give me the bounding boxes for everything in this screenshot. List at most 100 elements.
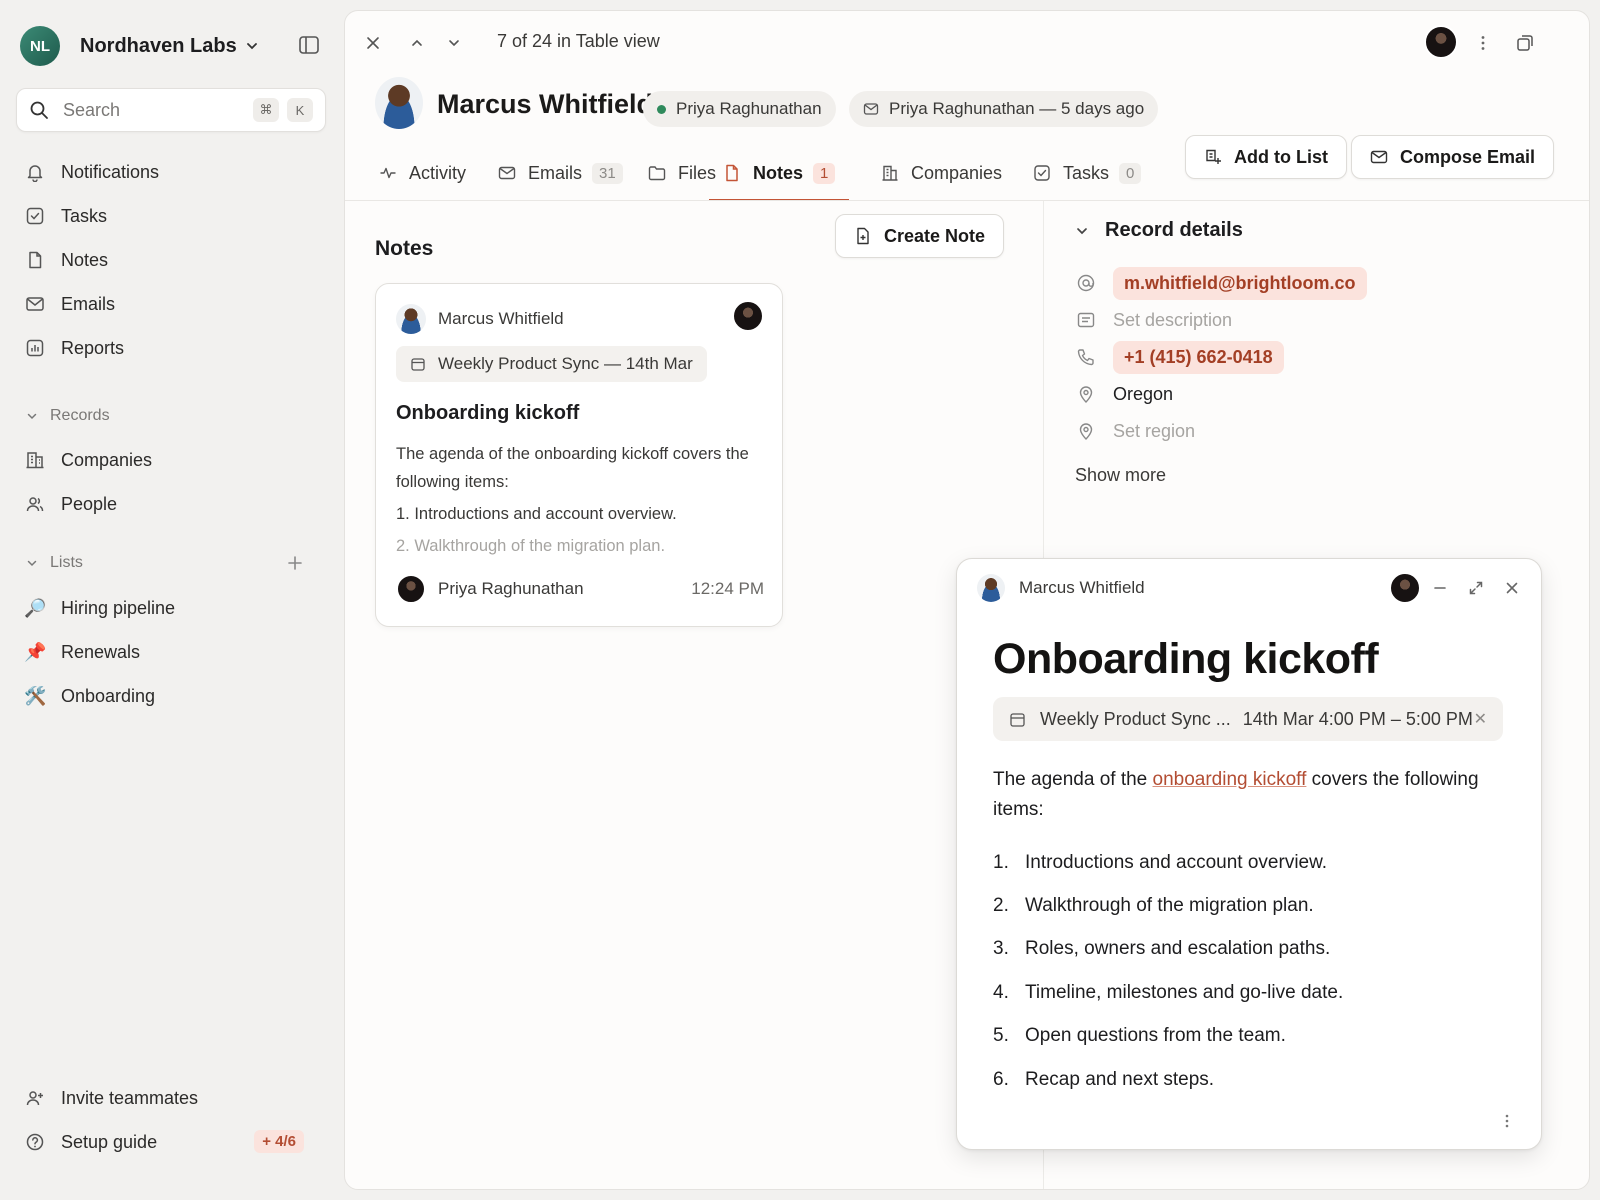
more-vertical-icon[interactable] [1499,1113,1515,1129]
description-attribute[interactable]: Set description [1075,302,1232,338]
sidebar-item-tasks[interactable]: Tasks [24,194,314,238]
shortcut-key-k: K [287,98,313,122]
add-list-plus-icon[interactable] [286,554,304,572]
record-position-breadcrumb: 7 of 24 in Table view [497,31,660,51]
mail-icon [1370,150,1388,164]
sidebar-item-hiring-pipeline[interactable]: 🔎 Hiring pipeline [24,586,314,630]
lists-section-toggle[interactable]: Lists [26,548,316,578]
add-to-list-button[interactable]: Add to List [1185,135,1347,179]
sidebar-toggle-icon[interactable] [298,34,320,56]
linked-meeting-chip[interactable]: Weekly Product Sync — 14th Mar [396,346,707,382]
note-editor-body[interactable]: The agenda of the onboarding kickoff cov… [993,765,1503,825]
workspace-switcher[interactable]: NL Nordhaven Labs [20,24,320,68]
sidebar-item-onboarding[interactable]: 🛠️ Onboarding [24,674,314,718]
chevron-down-icon [27,413,37,420]
sidebar-item-label: Tasks [61,205,108,226]
create-note-button[interactable]: Create Note [835,214,1005,258]
current-user-avatar[interactable] [1424,25,1458,59]
sidebar-item-people[interactable]: People [24,482,314,526]
sidebar-item-reports[interactable]: Reports [24,326,314,370]
list-text: Roles, owners and escalation paths. [1025,938,1331,960]
tab-emails[interactable]: Emails 31 [498,145,623,201]
help-circle-icon [26,1133,44,1151]
tab-count-badge: 1 [813,162,836,184]
sidebar-item-label: Renewals [61,641,141,662]
note-footer: Priya Raghunathan 12:24 PM [396,574,764,604]
expand-icon[interactable] [1467,579,1485,597]
setup-guide-button[interactable]: Setup guide + 4/6 [24,1120,314,1164]
remove-meeting-icon[interactable]: ✕ [1474,709,1487,729]
phone-attribute[interactable]: +1 (415) 662-0418 [1075,339,1284,375]
workspace-logo: NL [20,26,60,66]
close-icon[interactable] [363,33,383,53]
tab-tasks[interactable]: Tasks 0 [1033,145,1142,201]
sidebar-item-renewals[interactable]: 📌 Renewals [24,630,314,674]
sidebar-item-notes[interactable]: Notes [24,238,314,282]
body-text: The agenda of the [993,769,1153,790]
bottom-nav: Invite teammates Setup guide + 4/6 [24,1076,314,1164]
chevron-down-icon[interactable] [444,33,464,53]
tab-label: Notes [753,162,804,183]
note-editor-author: Marcus Whitfield [977,574,1145,602]
search-input[interactable]: Search ⌘ K [16,88,326,132]
sidebar-item-label: Notifications [61,161,160,182]
tab-companies[interactable]: Companies [881,145,1002,201]
tab-label: Activity [409,162,467,183]
note-editor-title[interactable]: Onboarding kickoff [993,635,1379,684]
sidebar-item-emails[interactable]: Emails [24,282,314,326]
list-number: 1. [993,851,1009,873]
last-contact-chip[interactable]: Priya Raghunathan — 5 days ago [849,91,1159,127]
records-nav: Companies People [24,438,314,526]
close-icon[interactable] [1503,579,1521,597]
note-card[interactable]: Marcus Whitfield Weekly Product Sync — 1… [375,283,783,627]
activity-pulse-icon [380,167,396,179]
open-full-page-icon[interactable] [1515,33,1535,53]
list-text: Open questions from the team. [1025,1025,1286,1047]
search-placeholder: Search [63,99,121,120]
sidebar-item-companies[interactable]: Companies [24,438,314,482]
sidebar-item-notifications[interactable]: Notifications [24,150,314,194]
region-attribute[interactable]: Set region [1075,413,1195,449]
show-more-button[interactable]: Show more [1075,457,1166,493]
tab-label: Emails [528,162,583,183]
chevron-up-icon[interactable] [407,33,427,53]
inline-link[interactable]: onboarding kickoff [1153,769,1307,790]
minimize-icon[interactable] [1431,579,1449,597]
tab-files[interactable]: Files [648,145,716,201]
location-attribute[interactable]: Oregon [1075,376,1173,412]
meeting-time: 14th Mar 4:00 PM – 5:00 PM [1242,708,1473,729]
chevron-down-icon [1077,227,1087,234]
note-preview: The agenda of the onboarding kickoff cov… [396,440,766,560]
tab-notes[interactable]: Notes 1 [709,145,850,201]
tab-count-badge: 0 [1119,162,1142,184]
main-nav: Notifications Tasks Notes Emails Reports [24,150,314,370]
invite-teammates-button[interactable]: Invite teammates [24,1076,314,1120]
tab-activity[interactable]: Activity [379,145,466,201]
agenda-list[interactable]: 1. Introductions and account overview. 2.… [993,841,1503,1101]
list-number: 2. [993,895,1009,917]
text-lines-icon [1077,312,1095,328]
record-details-toggle[interactable]: Record details [1075,219,1243,242]
search-icon [30,101,48,119]
phone-value[interactable]: +1 (415) 662-0418 [1113,340,1284,374]
author-avatar [396,304,426,334]
compose-email-button[interactable]: Compose Email [1351,135,1555,179]
people-icon [26,497,44,512]
document-icon [726,164,738,182]
linked-meeting-chip[interactable]: Weekly Product Sync ... 14th Mar 4:00 PM… [993,697,1503,741]
more-vertical-icon[interactable] [1473,33,1493,53]
magnifier-emoji-icon: 🔎 [24,597,47,618]
record-topbar: 7 of 24 in Table view [345,11,1589,75]
list-item: 1. Introductions and account overview. [993,841,1503,884]
author-name: Marcus Whitfield [1019,578,1145,597]
chevron-down-icon [27,560,37,567]
list-item: 2. Walkthrough of the migration plan. [993,884,1503,927]
meeting-label: Weekly Product Sync — 14th Mar [438,354,693,373]
owner-chip[interactable]: Priya Raghunathan [643,91,836,127]
sidebar-item-label: Hiring pipeline [61,597,176,618]
list-item: 6. Recap and next steps. [993,1058,1503,1101]
list-number: 3. [993,938,1009,960]
records-section-toggle[interactable]: Records [26,401,316,431]
email-attribute[interactable]: m.whitfield@brightloom.co [1075,265,1367,301]
email-value[interactable]: m.whitfield@brightloom.co [1113,266,1367,300]
